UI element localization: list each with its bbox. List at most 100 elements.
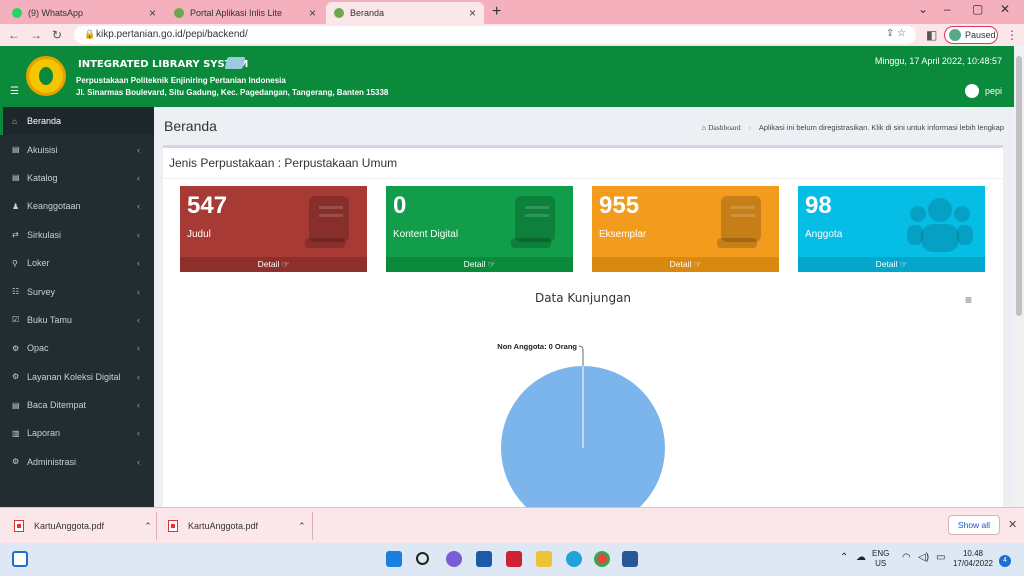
tab-title: Beranda [350,8,385,18]
divider [163,178,1003,179]
address-bar: ← → ↻ 🔒 kikp.pertanian.go.id/pepi/backen… [0,24,1024,46]
forward-icon[interactable]: → [30,28,42,42]
download-item[interactable]: KartuAnggota.pdf ⌃ [168,516,306,536]
stat-card-eksemplar: 955 Eksemplar Detail ☞ [592,186,779,272]
sidebar-item[interactable]: ⌂ Beranda [0,107,154,136]
chat-icon[interactable] [446,551,462,567]
username: pepi [984,86,1002,96]
chevron-left-icon: ‹ [137,314,140,325]
pdf-icon [14,520,24,532]
media-icon[interactable] [506,551,522,567]
edge-icon[interactable] [566,551,582,567]
scrollbar[interactable] [1014,46,1024,507]
chart-menu-icon[interactable]: ≡ [965,293,972,307]
sidebar-toggle-icon[interactable]: ◧ [926,28,937,42]
menu-item-icon: ⚙ [12,372,20,382]
detail-link[interactable]: Detail ☞ [798,257,985,272]
sidebar: ⌂ Beranda ▤ Akuisisi ‹ ▤ Katalog ‹ ♟ Keanggotaan ‹… [0,107,154,507]
download-item[interactable]: KartuAnggota.pdf ⌃ [14,516,152,536]
sidebar-item-label: Layanan Koleksi Digital [27,371,121,382]
sidebar-item[interactable]: ▤ Baca Ditempat ‹ [0,391,154,419]
detail-link[interactable]: Detail ☞ [386,257,573,272]
menu-item-icon: ⚲ [12,258,18,268]
app-header: INTEGRATED LIBRARY SYSTEM Perpustakaan P… [0,46,1014,107]
sidebar-item[interactable]: ⚙ Opac ‹ [0,334,154,362]
sidebar-item[interactable]: ⚙ Layanan Koleksi Digital ‹ [0,363,154,391]
volume-icon[interactable]: ◁) [918,553,929,563]
detail-link[interactable]: Detail ☞ [592,257,779,272]
close-icon[interactable]: × [309,6,316,20]
minimize-icon[interactable]: – [944,2,951,16]
back-icon[interactable]: ← [8,28,20,42]
url-input[interactable]: 🔒 kikp.pertanian.go.id/pepi/backend/ ⇪ ☆ [74,26,916,44]
tab-list-icon[interactable]: ⌄ [918,2,928,16]
thumbs-up-icon: ☞ [899,259,908,269]
user-icon [964,84,979,98]
book-icon [305,196,349,248]
user-menu[interactable]: pepi [964,84,1002,98]
profile-label: Paused [965,30,996,40]
sidebar-item-label: Beranda [27,116,62,127]
chrome-icon[interactable] [594,551,610,567]
sidebar-item[interactable]: ▤ Akuisisi ‹ [0,135,154,163]
sidebar-item[interactable]: ▤ Katalog ‹ [0,164,154,192]
hamburger-icon[interactable]: ☰ [10,86,19,97]
breadcrumb-dashboard[interactable]: Dashboard [708,123,741,132]
detail-label: Detail [257,259,280,269]
start-icon[interactable] [386,551,402,567]
clock-date: 17/04/2022 [952,559,994,568]
sidebar-item[interactable]: ☑ Buku Tamu ‹ [0,306,154,334]
chevron-up-icon[interactable]: ⌃ [144,521,152,532]
cloud-icon[interactable]: ☁ [856,553,866,563]
share-icon[interactable]: ⇪ ☆ [886,28,906,39]
reload-icon[interactable]: ↻ [52,28,62,42]
close-icon[interactable]: × [149,6,156,20]
language-indicator[interactable]: ENG US [872,549,889,569]
stat-card-anggota: 98 Anggota Detail ☞ [798,186,985,272]
maximize-icon[interactable]: ▢ [972,2,983,16]
profile-button[interactable]: Paused [944,26,998,44]
tab-portal[interactable]: Portal Aplikasi Inlis Lite × [166,2,324,24]
sidebar-item[interactable]: ⚲ Loker ‹ [0,249,154,277]
close-window-icon[interactable]: ✕ [1000,2,1010,16]
download-filename: KartuAnggota.pdf [34,521,105,531]
sidebar-item[interactable]: ⇄ Sirkulasi ‹ [0,221,154,249]
stat-card-judul: 547 Judul Detail ☞ [180,186,367,272]
registration-notice[interactable]: Aplikasi ini belum diregistrasikan. Klik… [759,123,1004,132]
notification-badge[interactable]: 4 [999,555,1011,567]
clock[interactable]: 10.48 17/04/2022 [952,549,994,569]
wifi-icon[interactable]: ◠ [902,553,911,563]
close-icon[interactable]: × [469,6,476,20]
stat-card-konten-digital: 0 Kontent Digital Detail ☞ [386,186,573,272]
search-icon[interactable] [416,552,429,565]
menu-item-icon: ⚙ [12,343,20,353]
sidebar-item[interactable]: ▥ Laporan ‹ [0,419,154,447]
scrollbar-thumb[interactable] [1016,56,1022,316]
tab-beranda[interactable]: Beranda × [326,2,484,24]
close-icon[interactable]: ✕ [1008,518,1017,531]
tab-whatsapp[interactable]: (9) WhatsApp × [4,2,164,24]
sidebar-item[interactable]: ♟ Keanggotaan ‹ [0,192,154,220]
show-all-button[interactable]: Show all [948,515,1000,535]
chart-title: Data Kunjungan [534,291,632,305]
sidebar-item[interactable]: ☷ Survey ‹ [0,277,154,305]
folder-icon[interactable] [536,551,552,567]
chevron-up-icon[interactable]: ⌃ [298,521,306,532]
detail-link[interactable]: Detail ☞ [180,257,367,272]
chevron-left-icon: ‹ [137,229,140,240]
tab-title: Portal Aplikasi Inlis Lite [190,8,283,18]
stat-value: 0 [393,192,407,219]
sidebar-item-label: Buku Tamu [27,314,72,325]
chevron-up-icon[interactable]: ⌃ [840,553,848,563]
sidebar-item[interactable]: ⚙ Administrasi ‹ [0,448,154,476]
download-filename: KartuAnggota.pdf [188,521,259,531]
store-icon[interactable] [476,551,492,567]
widgets-icon[interactable] [12,551,28,567]
language-line2: US [875,559,887,568]
battery-icon[interactable]: ▭ [936,553,945,563]
menu-icon[interactable]: ⋮ [1006,28,1018,42]
word-icon[interactable] [622,551,638,567]
menu-item-icon: ☑ [12,315,20,325]
new-tab-icon[interactable]: + [492,3,501,21]
book-icon [511,196,555,248]
